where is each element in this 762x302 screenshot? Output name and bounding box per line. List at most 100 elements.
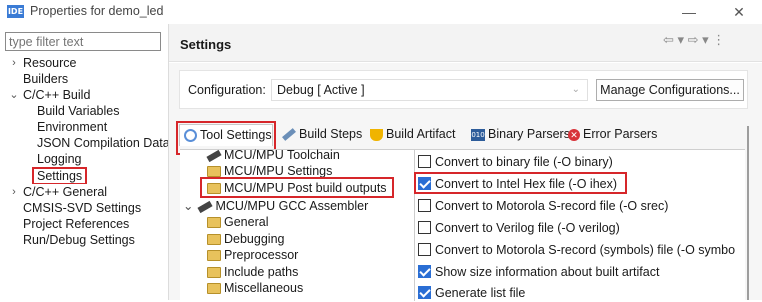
tool-tree-item-miscellaneous[interactable]: Miscellaneous [207,280,303,296]
chevron-down-icon[interactable]: ⌄ [8,87,20,103]
preferences-tree: › Resource Builders ⌄ C/C++ Build Build … [0,55,168,248]
settings-tabs: Tool Settings Build Steps Build Artifact… [176,121,747,155]
tree-item-label: JSON Compilation Database [37,136,168,150]
option-verilog[interactable]: Convert to Verilog file (-O verilog) [418,219,620,237]
vertical-scrollbar[interactable] [747,126,749,300]
preferences-tree-pane: › Resource Builders ⌄ C/C++ Build Build … [0,24,168,300]
option-list-file[interactable]: Generate list file [418,284,525,302]
tab-label: Binary Parsers [488,127,570,141]
checkbox[interactable] [418,265,431,278]
tree-item-settings[interactable]: Settings [0,167,168,184]
tree-item-cpp-build[interactable]: ⌄ C/C++ Build [0,87,168,103]
tool-tree: MCU/MPU Toolchain MCU/MPU Settings MCU/M… [180,147,414,301]
tree-item-label: Build Variables [37,104,120,118]
folder-icon [207,283,221,295]
configuration-value: Debug [ Active ] [277,83,365,97]
configuration-bar: Configuration: Debug [ Active ] ⌄ Manage… [179,70,748,109]
folder-icon [207,217,221,229]
checkbox[interactable] [418,286,431,299]
tab-binary-parsers[interactable]: 010 Binary Parsers [467,124,570,146]
option-label: Convert to Motorola S-record (symbols) f… [435,243,736,257]
tool-tree-item-toolchain[interactable]: MCU/MPU Toolchain [206,147,340,163]
tree-item-label: CMSIS-SVD Settings [23,201,142,215]
trophy-icon [370,128,383,141]
tool-tree-item-gcc-assembler[interactable]: ⌄ MCU/MPU GCC Assembler [183,198,368,214]
page-title: Settings [180,37,232,52]
tree-item-json-compilation-database[interactable]: JSON Compilation Database [0,135,168,151]
tab-label: Error Parsers [583,127,658,141]
tool-tree-label: Debugging [224,232,285,246]
tool-tree-item-general[interactable]: General [207,214,268,230]
chevron-right-icon[interactable]: › [8,55,20,71]
checkbox[interactable] [418,199,431,212]
option-label: Generate list file [435,286,526,300]
tree-item-run-debug-settings[interactable]: Run/Debug Settings [0,232,168,248]
tree-item-cmsis-svd-settings[interactable]: CMSIS-SVD Settings [0,200,168,216]
tool-tree-item-include-paths[interactable]: Include paths [207,264,298,280]
filter-field[interactable] [5,32,161,51]
tool-tree-label: MCU/MPU GCC Assembler [215,199,369,213]
page-header: Settings ⇦ ▾ ⇨ ▾ ⋮ [169,24,762,62]
option-highlight-box [414,172,627,194]
tree-item-label: Run/Debug Settings [23,233,135,247]
tool-tree-label: Preprocessor [224,248,299,262]
filter-input[interactable] [6,33,160,50]
tree-item-builders[interactable]: Builders [0,71,168,87]
configuration-label: Configuration: [188,83,266,97]
configuration-select[interactable]: Debug [ Active ] ⌄ [271,79,588,101]
close-button[interactable]: ✕ [716,0,762,24]
tab-label: Build Artifact [386,127,456,141]
tab-build-steps[interactable]: Build Steps [278,124,362,146]
option-binary[interactable]: Convert to binary file (-O binary) [418,153,613,171]
option-motorola-srec[interactable]: Convert to Motorola S-record file (-O sr… [418,197,668,215]
selected-item-highlight: Settings [32,167,88,184]
checkbox[interactable] [418,155,431,168]
tab-label: Build Steps [299,127,363,141]
tree-item-label: Settings [32,167,88,184]
option-motorola-symbols[interactable]: Convert to Motorola S-record (symbols) f… [418,241,735,259]
navigation-arrows-icon[interactable]: ⇦ ▾ ⇨ ▾ ⋮ [663,32,725,48]
tab-build-artifact[interactable]: Build Artifact [366,124,455,146]
tree-item-label: C/C++ Build [23,88,91,102]
tool-tree-label: Include paths [224,265,299,279]
window-titlebar: IDE Properties for demo_led — ✕ [0,0,762,24]
tree-item-cpp-general[interactable]: › C/C++ General [0,184,168,200]
tree-item-label: Resource [23,56,77,70]
binary-icon: 010 [471,128,485,141]
settings-pane: Settings ⇦ ▾ ⇨ ▾ ⋮ Configuration: Debug … [169,24,762,302]
chevron-right-icon[interactable]: › [8,184,20,200]
tool-tree-item-debugging[interactable]: Debugging [207,231,284,247]
tool-tree-label: MCU/MPU Toolchain [224,148,340,162]
tree-item-environment[interactable]: Environment [0,119,168,135]
build-steps-icon [282,128,296,142]
chevron-down-icon[interactable]: ⌄ [183,198,195,214]
option-show-size[interactable]: Show size information about built artifa… [418,263,659,281]
option-label: Convert to binary file (-O binary) [435,155,613,169]
assembler-icon [197,200,214,213]
tree-item-label: Project References [23,217,130,231]
checkbox[interactable] [418,221,431,234]
checkbox[interactable] [418,243,431,256]
settings-content: Configuration: Debug [ Active ] ⌄ Manage… [169,63,762,302]
tree-item-build-variables[interactable]: Build Variables [0,103,168,119]
window-title: Properties for demo_led [30,4,164,18]
ide-logo-icon: IDE [7,5,24,18]
folder-icon [207,166,221,178]
error-icon: ✕ [568,128,580,141]
folder-icon [207,234,221,246]
tool-tree-item-preprocessor[interactable]: Preprocessor [207,247,298,263]
tree-item-project-references[interactable]: Project References [0,216,168,232]
minimize-button[interactable]: — [666,0,712,24]
tab-error-parsers[interactable]: ✕ Error Parsers [564,124,657,146]
tool-settings-panel: MCU/MPU Toolchain MCU/MPU Settings MCU/M… [180,147,745,302]
tool-tree-label: MCU/MPU Settings [224,164,333,178]
tool-tree-label: General [224,215,269,229]
tree-item-label: Builders [23,72,69,86]
tree-item-logging[interactable]: Logging [0,151,168,167]
manage-configurations-button[interactable]: Manage Configurations... [596,79,744,101]
folder-icon [207,267,221,279]
option-label: Convert to Motorola S-record file (-O sr… [435,199,669,213]
option-label: Convert to Verilog file (-O verilog) [435,221,620,235]
tree-item-label: Environment [37,120,108,134]
tree-item-resource[interactable]: › Resource [0,55,168,71]
